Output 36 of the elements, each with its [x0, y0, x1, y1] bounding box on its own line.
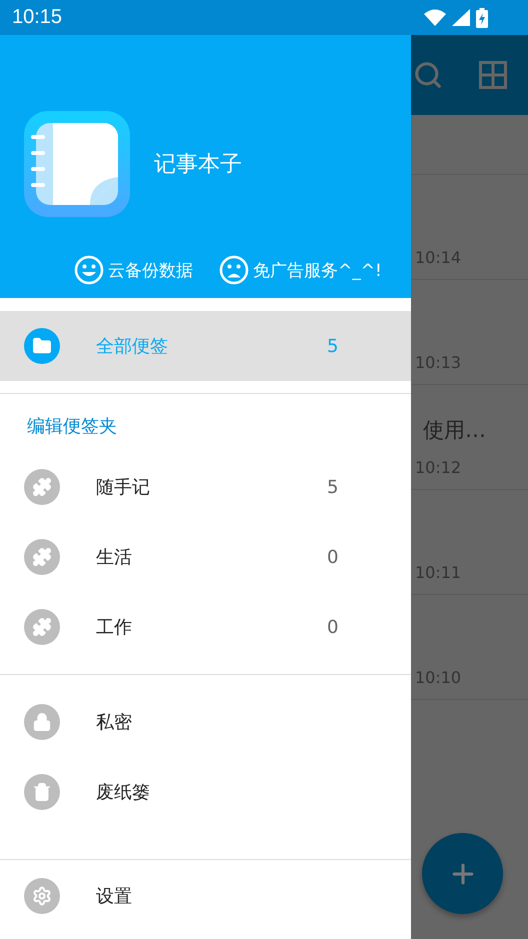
drawer-item[interactable]: 随手记 5 [0, 452, 411, 522]
item-label: 废纸篓 [96, 781, 151, 804]
item-count: 0 [327, 616, 340, 638]
item-label: 工作 [96, 616, 133, 639]
settings-icon [24, 878, 60, 914]
drawer-item[interactable]: 生活 0 [0, 522, 411, 592]
drawer-item[interactable]: 私密 [0, 687, 411, 757]
signal-icon [452, 9, 470, 26]
wifi-icon [424, 9, 446, 26]
puzzle-icon [24, 539, 60, 575]
item-label: 生活 [96, 546, 133, 569]
smiley-icon [74, 255, 104, 285]
status-time: 10:15 [12, 6, 62, 29]
item-label: 设置 [96, 885, 133, 908]
drawer-item[interactable]: 废纸篓 [0, 757, 411, 827]
item-label: 随手记 [96, 476, 151, 499]
search-icon[interactable] [413, 60, 443, 90]
battery-icon [476, 8, 488, 28]
item-count: 5 [327, 336, 340, 356]
item-label: 全部便签 [96, 335, 169, 358]
drawer-item[interactable]: 工作 0 [0, 592, 411, 662]
app-logo-icon [24, 111, 130, 217]
settings-item[interactable]: 设置 [0, 860, 411, 932]
item-count: 5 [327, 476, 340, 498]
puzzle-icon [24, 469, 60, 505]
lock-icon [24, 704, 60, 740]
app-name: 记事本子 [154, 151, 242, 179]
item-label: 私密 [96, 711, 133, 734]
item-count: 0 [327, 546, 340, 568]
folder-icon [24, 328, 60, 364]
trash-icon [24, 774, 60, 810]
section-title[interactable]: 编辑便签夹 [0, 394, 411, 452]
puzzle-icon [24, 609, 60, 645]
sad-face-icon [219, 255, 249, 285]
grid-icon[interactable] [479, 61, 507, 89]
note-title: 使用… [423, 417, 487, 444]
